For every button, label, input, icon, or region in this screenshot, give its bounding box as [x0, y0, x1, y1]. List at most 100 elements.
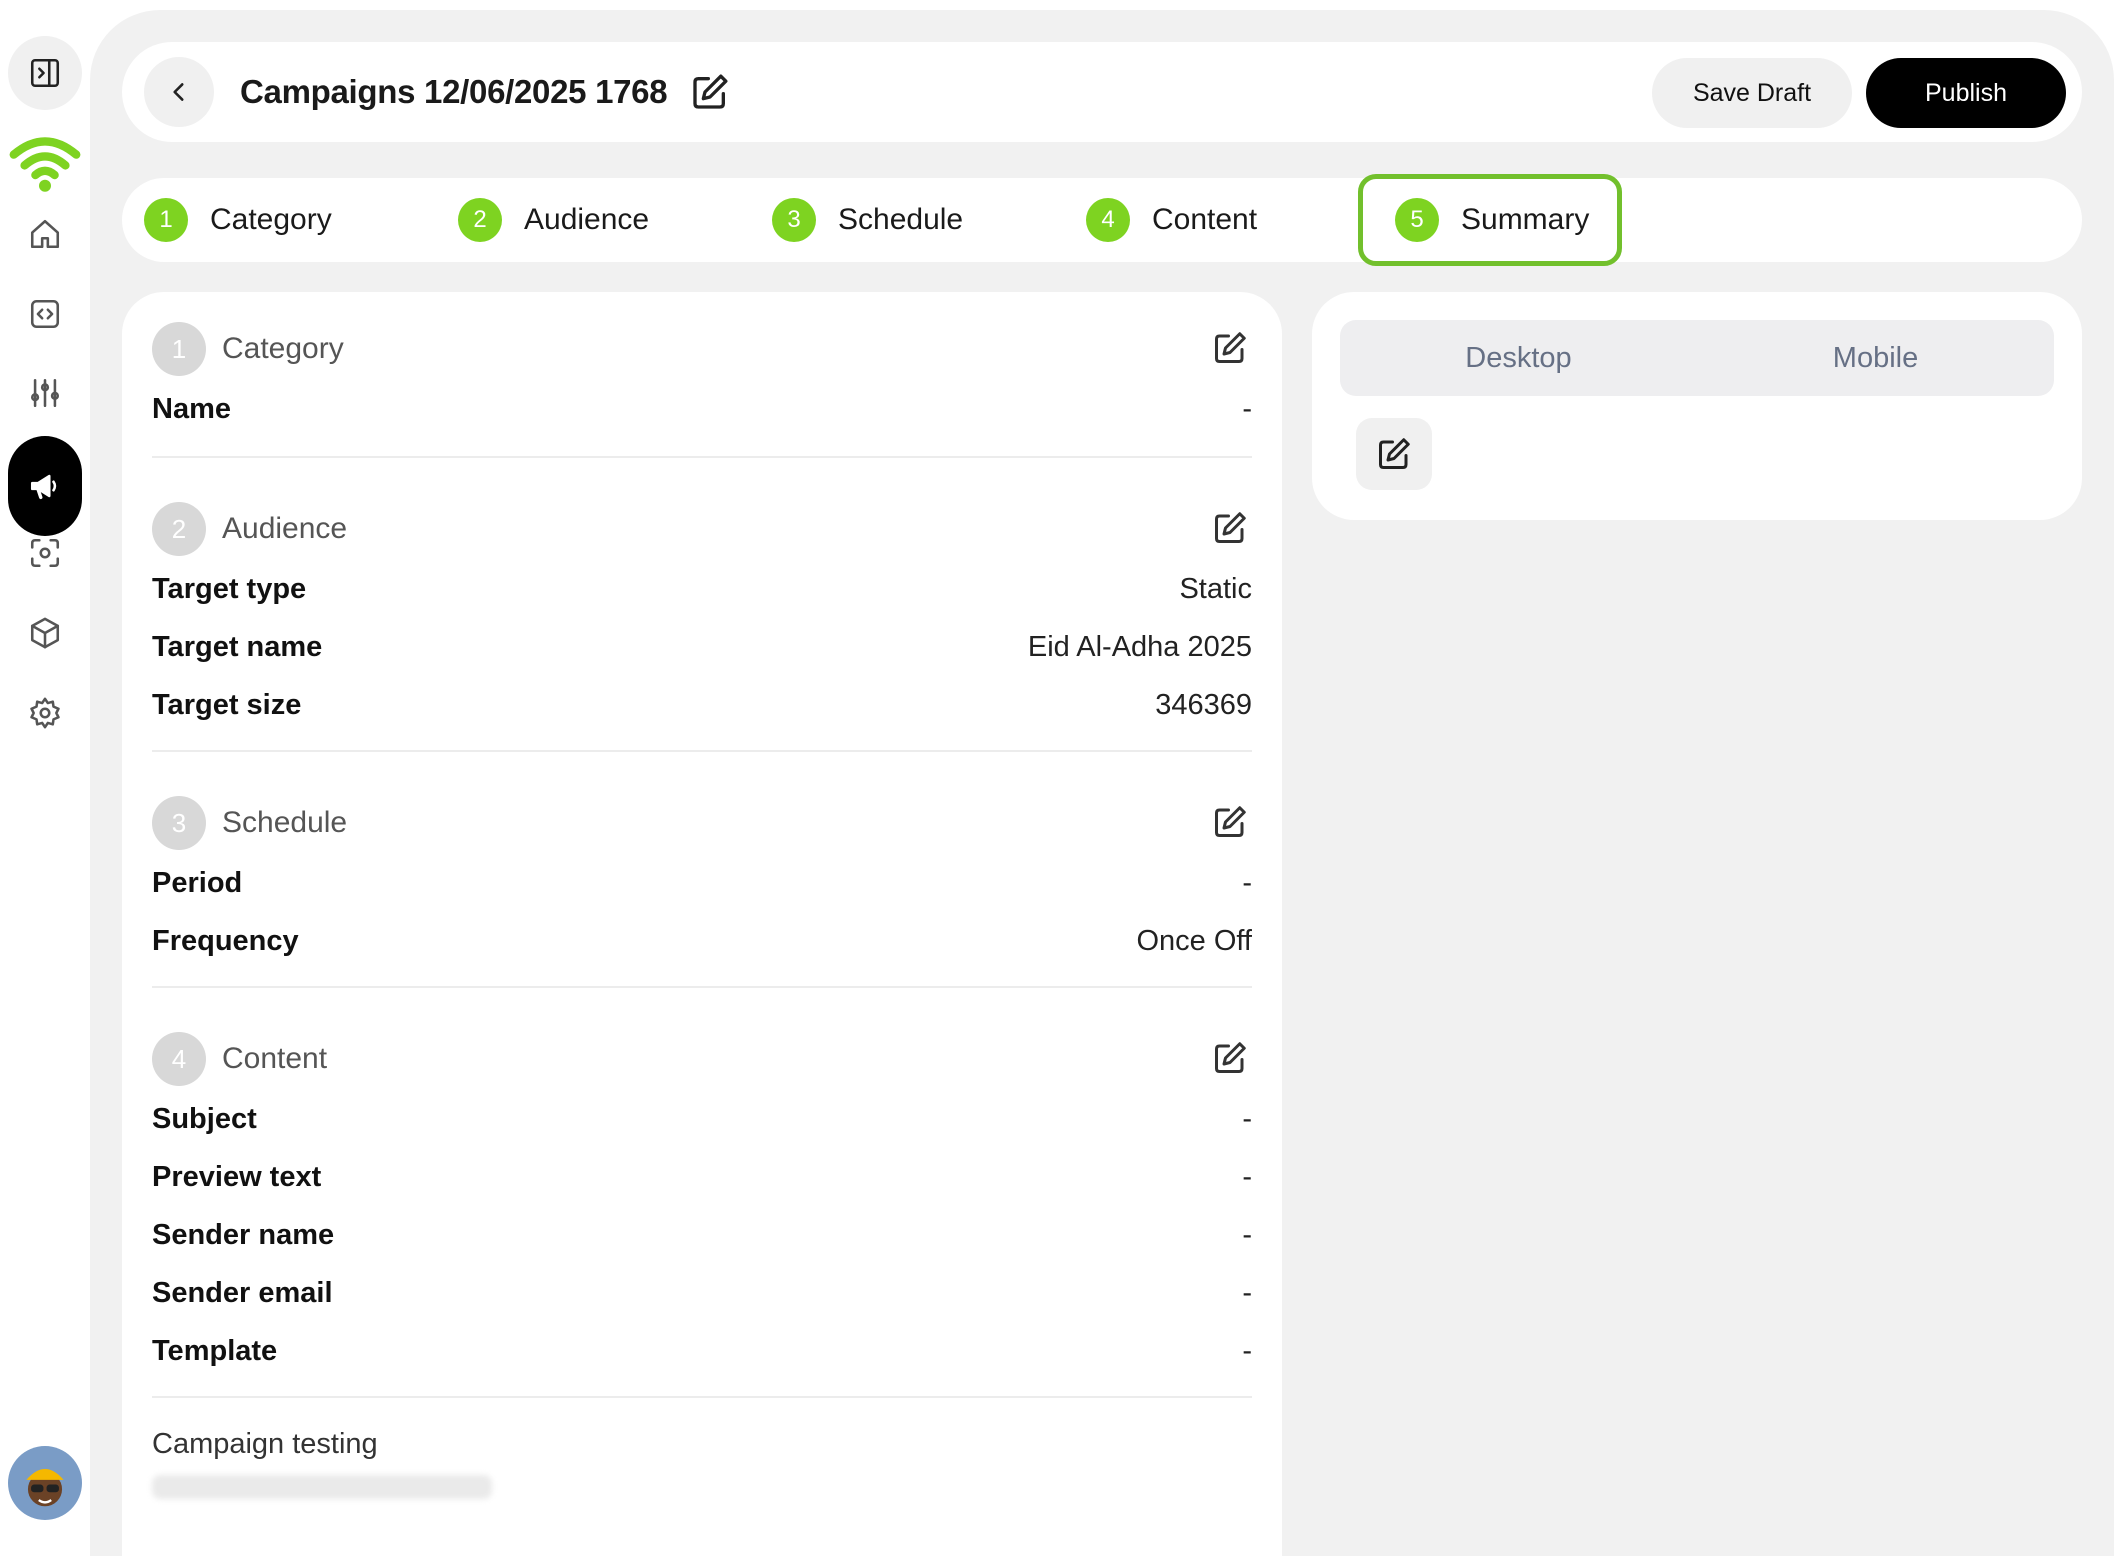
row-key: Sender name [152, 1218, 335, 1251]
step-label: Category [210, 203, 332, 236]
summary-row: Template - [152, 1322, 1252, 1380]
section-header: 4 Content [152, 1028, 1252, 1090]
row-value: - [1242, 1334, 1252, 1367]
wifi-logo-icon [9, 137, 81, 192]
row-key: Period [152, 866, 243, 899]
step-schedule[interactable]: 3 Schedule [772, 178, 963, 262]
row-key: Name [152, 392, 231, 425]
campaign-testing-blurred-text [152, 1475, 492, 1499]
edit-title-button[interactable] [690, 72, 730, 112]
section-title: Audience [222, 512, 348, 545]
avatar[interactable] [8, 1446, 82, 1520]
code-icon [30, 299, 60, 329]
back-button[interactable] [144, 57, 214, 127]
summary-row: Sender name - [152, 1206, 1252, 1264]
brand-logo[interactable] [8, 128, 82, 198]
row-value: Once Off [1136, 924, 1252, 957]
step-number: 3 [772, 198, 816, 242]
summary-row: Sender email - [152, 1264, 1252, 1322]
section-number: 2 [152, 502, 206, 556]
step-summary[interactable]: 5 Summary [1358, 174, 1623, 266]
edit-icon [1215, 332, 1246, 363]
row-key: Preview text [152, 1160, 322, 1193]
device-toggle: Desktop Mobile [1340, 320, 2054, 396]
edit-icon [1215, 512, 1246, 543]
edit-icon [693, 74, 728, 109]
step-audience[interactable]: 2 Audience [458, 178, 649, 262]
box-icon [30, 617, 60, 649]
row-key: Subject [152, 1102, 257, 1135]
nav-settings-sliders[interactable] [8, 356, 82, 430]
step-label: Schedule [838, 203, 964, 236]
left-rail [0, 0, 90, 1556]
chevron-left-icon [173, 83, 184, 101]
summary-row: Target name Eid Al-Adha 2025 [152, 618, 1252, 676]
publish-button[interactable]: Publish [1866, 58, 2066, 128]
summary-row: Frequency Once Off [152, 912, 1252, 970]
edit-icon [1215, 806, 1246, 837]
summary-row: Target size 346369 [152, 676, 1252, 734]
row-value: - [1242, 866, 1252, 899]
section-header: 1 Category [152, 318, 1252, 380]
edit-audience-button[interactable] [1212, 510, 1252, 550]
summary-section-content: 4 Content Subject - Preview text - Sende… [152, 988, 1252, 1398]
row-value: - [1242, 1160, 1252, 1193]
section-number: 3 [152, 796, 206, 850]
step-label: Summary [1461, 203, 1590, 236]
campaign-testing-title: Campaign testing [152, 1428, 378, 1460]
nav-scan[interactable] [8, 516, 82, 590]
row-value: - [1242, 1218, 1252, 1251]
edit-schedule-button[interactable] [1212, 804, 1252, 844]
nav-home[interactable] [8, 197, 82, 271]
tab-mobile[interactable]: Mobile [1697, 320, 2054, 396]
section-header: 2 Audience [152, 498, 1252, 560]
row-key: Sender email [152, 1276, 333, 1309]
campaign-header: Campaigns 12/06/2025 1768 Save Draft Pub… [122, 42, 2082, 142]
summary-section-category: 1 Category Name - [152, 292, 1252, 458]
home-icon [30, 219, 60, 249]
row-key: Target size [152, 688, 302, 721]
save-draft-button[interactable]: Save Draft [1652, 58, 1852, 128]
summary-row: Preview text - [152, 1148, 1252, 1206]
row-value: Static [1179, 572, 1252, 605]
section-number: 4 [152, 1032, 206, 1086]
step-number: 2 [458, 198, 502, 242]
page-title: Campaigns 12/06/2025 1768 [240, 73, 668, 110]
nav-products[interactable] [8, 596, 82, 670]
row-value: 346369 [1155, 688, 1252, 721]
main-canvas: Campaigns 12/06/2025 1768 Save Draft Pub… [90, 10, 2114, 1556]
nav-code[interactable] [8, 277, 82, 351]
row-key: Target type [152, 572, 307, 605]
section-title: Schedule [222, 806, 348, 839]
step-category[interactable]: 1 Category [144, 178, 332, 262]
tab-desktop[interactable]: Desktop [1340, 320, 1697, 396]
summary-section-schedule: 3 Schedule Period - Frequency Once Off [152, 752, 1252, 988]
edit-icon [1379, 438, 1410, 469]
summary-row: Name - [152, 380, 1252, 438]
step-label: Audience [524, 203, 650, 236]
row-value: - [1242, 392, 1252, 425]
step-number: 4 [1086, 198, 1130, 242]
row-value: Eid Al-Adha 2025 [1027, 630, 1252, 663]
step-label: Content [1152, 203, 1258, 236]
edit-content-button[interactable] [1212, 1040, 1252, 1080]
row-key: Template [152, 1334, 278, 1367]
sidebar-toggle-button[interactable] [8, 36, 82, 110]
summary-row: Subject - [152, 1090, 1252, 1148]
step-content[interactable]: 4 Content [1086, 178, 1257, 262]
edit-category-button[interactable] [1212, 330, 1252, 370]
step-number: 1 [144, 198, 188, 242]
step-number: 5 [1395, 198, 1439, 242]
row-value: - [1242, 1276, 1252, 1309]
section-header: 3 Schedule [152, 792, 1252, 854]
campaign-testing-section: Campaign testing [152, 1398, 1252, 1499]
summary-row: Target type Static [152, 560, 1252, 618]
step-navigation: 1 Category 2 Audience 3 Schedule 4 Conte… [122, 174, 2082, 266]
gear-icon [30, 697, 60, 729]
edit-preview-button[interactable] [1356, 418, 1432, 490]
preview-panel: Desktop Mobile [1312, 292, 2082, 520]
summary-panel: 1 Category Name - 2 Audience Target type… [122, 292, 1282, 1556]
scan-icon [30, 538, 60, 568]
nav-settings[interactable] [8, 676, 82, 750]
row-key: Frequency [152, 924, 299, 957]
